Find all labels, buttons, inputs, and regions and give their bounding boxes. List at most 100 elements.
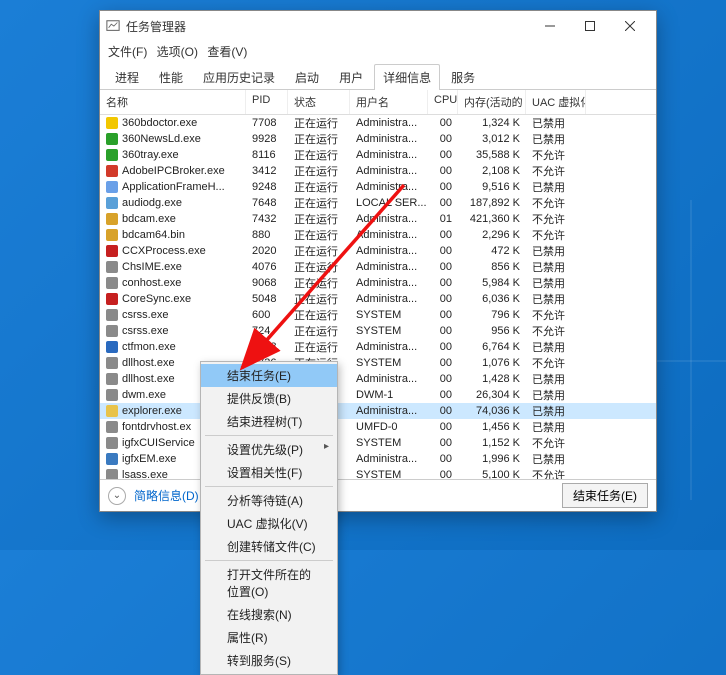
process-status: 正在运行 [288,147,350,163]
tab-6[interactable]: 服务 [442,64,484,90]
context-menu-item[interactable]: UAC 虚拟化(V) [201,512,337,535]
process-status: 正在运行 [288,243,350,259]
table-row[interactable]: CoreSync.exe5048正在运行Administra...006,036… [100,291,656,307]
table-row[interactable]: dllhost.exe7736正在运行SYSTEM001,076 K不允许 [100,355,656,371]
table-row[interactable]: 360NewsLd.exe9928正在运行Administra...003,01… [100,131,656,147]
table-row[interactable]: ctfmon.exe3648正在运行Administra...006,764 K… [100,339,656,355]
process-cpu: 00 [428,229,458,241]
table-row[interactable]: explorer.exe4256正在运行Administra...0074,03… [100,403,656,419]
menu-options[interactable]: 选项(O) [157,45,198,59]
process-cpu: 00 [428,149,458,161]
process-pid: 880 [246,229,288,241]
table-row[interactable]: fontdrvhost.exUMFD-0001,456 K已禁用 [100,419,656,435]
expand-chevron-icon[interactable]: ⌄ [108,487,126,505]
process-uac: 不允许 [526,211,586,227]
titlebar[interactable]: 任务管理器 [100,11,656,41]
context-menu-item[interactable]: 属性(R) [201,626,337,649]
process-cpu: 00 [428,453,458,465]
tab-5[interactable]: 详细信息 [374,64,440,90]
process-status: 正在运行 [288,259,350,275]
process-cpu: 00 [428,341,458,353]
process-user: SYSTEM [350,325,428,337]
close-button[interactable] [610,12,650,40]
col-mem[interactable]: 内存(活动的 [458,90,526,114]
context-menu-item[interactable]: 分析等待链(A) [201,489,337,512]
table-row[interactable]: audiodg.exe7648正在运行LOCAL SER...00187,892… [100,195,656,211]
context-menu-item[interactable]: 转到服务(S) [201,649,337,672]
process-cpu: 00 [428,181,458,193]
process-pid: 7708 [246,117,288,129]
table-row[interactable]: 360bdoctor.exe7708正在运行Administra...001,3… [100,115,656,131]
process-pid: 7648 [246,197,288,209]
table-row[interactable]: ApplicationFrameH...9248正在运行Administra..… [100,179,656,195]
process-uac: 不允许 [526,467,586,479]
menu-file[interactable]: 文件(F) [108,45,147,59]
context-menu-item[interactable]: 设置优先级(P) [201,438,337,461]
table-row[interactable]: bdcam.exe7432正在运行Administra...01421,360 … [100,211,656,227]
process-user: UMFD-0 [350,421,428,433]
process-uac: 不允许 [526,147,586,163]
process-mem: 6,036 K [458,293,526,305]
table-row[interactable]: dwm.exe1076正在运行DWM-10026,304 K已禁用 [100,387,656,403]
table-row[interactable]: igfxCUIServiceSYSTEM001,152 K不允许 [100,435,656,451]
process-user: Administra... [350,213,428,225]
process-cpu: 00 [428,277,458,289]
context-menu-item[interactable]: 创建转储文件(C) [201,535,337,558]
table-row[interactable]: ChsIME.exe4076正在运行Administra...00856 K已禁… [100,259,656,275]
process-icon [106,453,118,465]
table-row[interactable]: bdcam64.bin880正在运行Administra...002,296 K… [100,227,656,243]
context-menu-item[interactable]: 结束进程树(T) [201,410,337,433]
process-icon [106,149,118,161]
context-menu-item[interactable]: 结束任务(E) [201,364,337,387]
col-status[interactable]: 状态 [288,90,350,114]
col-uac[interactable]: UAC 虚拟化 [526,90,586,114]
table-row[interactable]: lsass.exeSYSTEM005,100 K不允许 [100,467,656,479]
process-icon [106,245,118,257]
table-row[interactable]: csrss.exe600正在运行SYSTEM00796 K不允许 [100,307,656,323]
col-pid[interactable]: PID [246,90,288,114]
table-row[interactable]: igfxEM.exeAdministra...001,996 K已禁用 [100,451,656,467]
tab-4[interactable]: 用户 [330,64,372,90]
process-status: 正在运行 [288,227,350,243]
process-user: Administra... [350,277,428,289]
table-row[interactable]: csrss.exe724正在运行SYSTEM00956 K不允许 [100,323,656,339]
process-mem: 9,516 K [458,181,526,193]
table-row[interactable]: AdobeIPCBroker.exe3412正在运行Administra...0… [100,163,656,179]
process-cpu: 00 [428,261,458,273]
col-user[interactable]: 用户名 [350,90,428,114]
process-mem: 74,036 K [458,405,526,417]
tab-0[interactable]: 进程 [106,64,148,90]
tab-1[interactable]: 性能 [150,64,192,90]
process-name: explorer.exe [122,405,182,417]
context-menu-item[interactable]: 提供反馈(B) [201,387,337,410]
process-icon [106,213,118,225]
process-uac: 已禁用 [526,259,586,275]
process-pid: 4076 [246,261,288,273]
end-task-button[interactable]: 结束任务(E) [562,483,648,508]
process-uac: 不允许 [526,227,586,243]
tab-2[interactable]: 应用历史记录 [194,64,284,90]
context-menu-item[interactable]: 设置相关性(F) [201,461,337,484]
process-mem: 6,764 K [458,341,526,353]
menu-view[interactable]: 查看(V) [207,45,247,59]
tab-3[interactable]: 启动 [286,64,328,90]
col-cpu[interactable]: CPU [428,90,458,114]
table-row[interactable]: 360tray.exe8116正在运行Administra...0035,588… [100,147,656,163]
app-icon [106,19,120,33]
table-row[interactable]: conhost.exe9068正在运行Administra...005,984 … [100,275,656,291]
column-headers[interactable]: 名称 PID 状态 用户名 CPU 内存(活动的 UAC 虚拟化 [100,90,656,115]
col-name[interactable]: 名称 [100,90,246,114]
process-uac: 已禁用 [526,451,586,467]
minimize-button[interactable] [530,12,570,40]
context-menu-item[interactable]: 在线搜索(N) [201,603,337,626]
maximize-button[interactable] [570,12,610,40]
process-name: lsass.exe [122,469,168,479]
table-row[interactable]: dllhost.exe9872正在运行Administra...001,428 … [100,371,656,387]
table-row[interactable]: CCXProcess.exe2020正在运行Administra...00472… [100,243,656,259]
process-mem: 1,324 K [458,117,526,129]
task-manager-window: 任务管理器 文件(F) 选项(O) 查看(V) 进程性能应用历史记录启动用户详细… [99,10,657,512]
process-pid: 9248 [246,181,288,193]
context-menu-item[interactable]: 打开文件所在的位置(O) [201,563,337,603]
process-icon [106,357,118,369]
brief-info-link[interactable]: 简略信息(D) [134,487,199,504]
